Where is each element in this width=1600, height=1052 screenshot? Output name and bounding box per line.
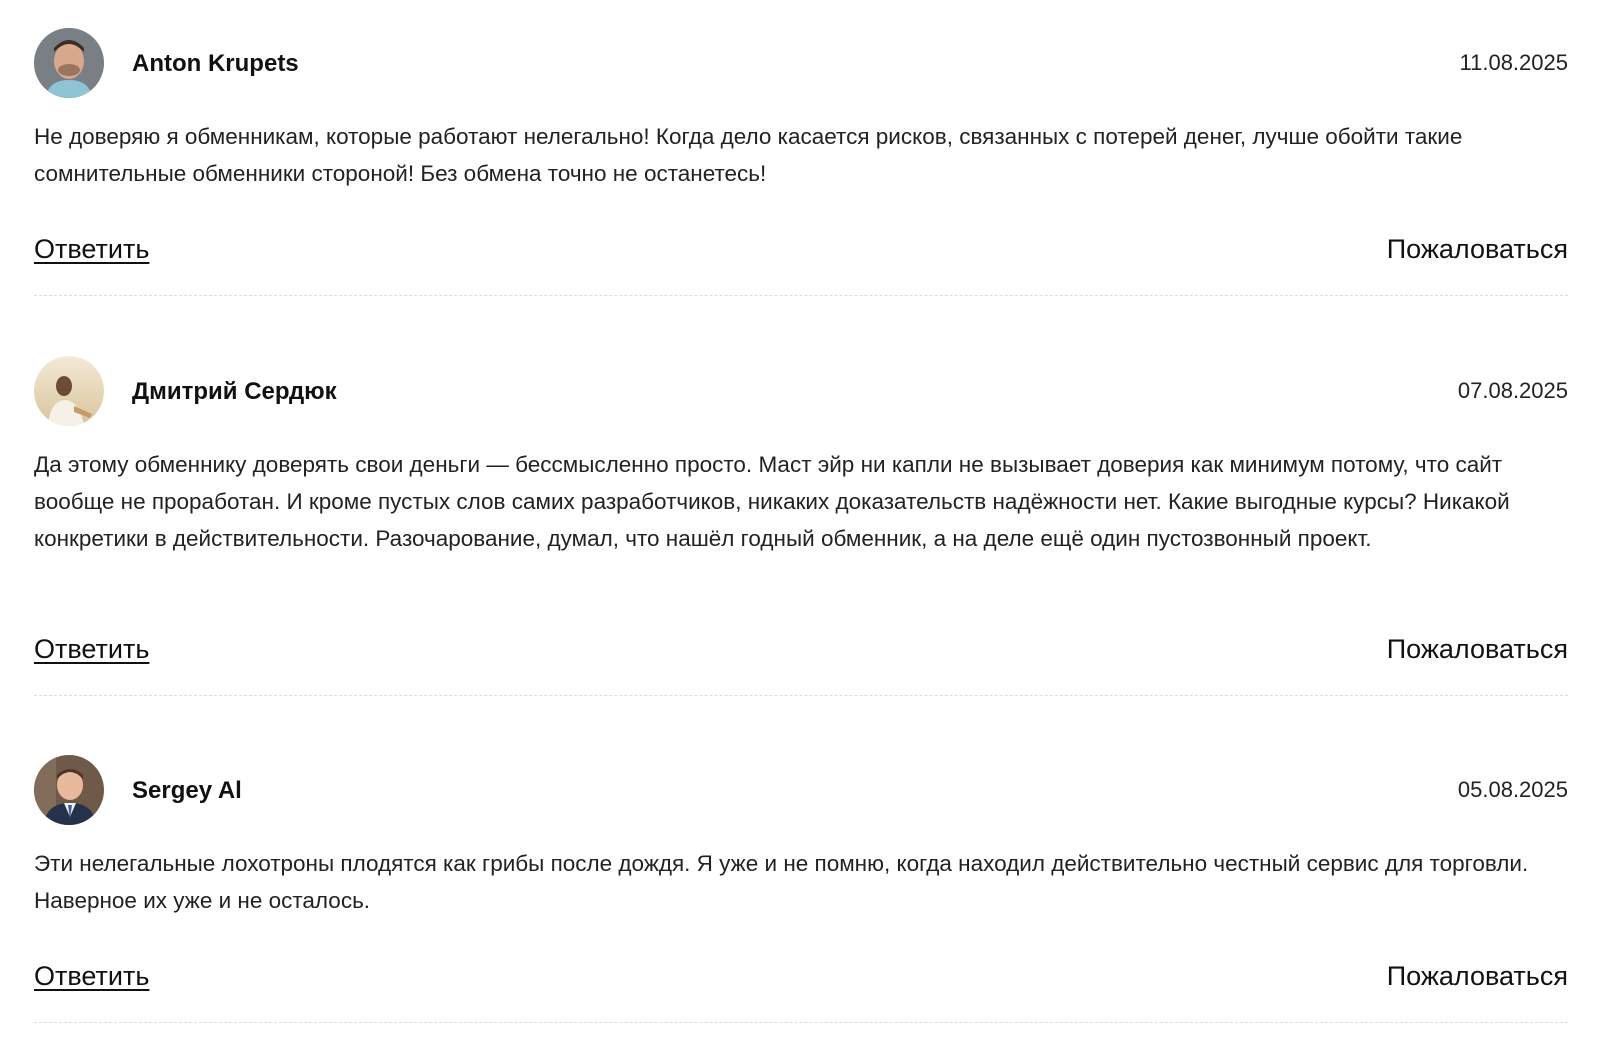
comment-text: Не доверяю я обменникам, которые работаю… — [34, 124, 1463, 186]
user-photo-avatar-icon — [34, 28, 104, 98]
comment-text: Эти нелегальные лохотроны плодятся как г… — [34, 851, 1529, 913]
avatar — [34, 28, 104, 98]
comment-header: Sergey Al 05.08.2025 — [34, 755, 1568, 825]
divider — [34, 695, 1568, 696]
divider — [34, 295, 1568, 296]
comment-header: Anton Krupets 11.08.2025 — [34, 28, 1568, 98]
comment-item: Sergey Al 05.08.2025 Эти нелегальные лох… — [34, 755, 1568, 1023]
comment-actions: Ответить Пожаловаться — [34, 234, 1568, 268]
comment-header: Дмитрий Сердюк 07.08.2025 — [34, 356, 1568, 426]
avatar — [34, 356, 104, 426]
comment-actions: Ответить Пожаловаться — [34, 634, 1568, 668]
report-link[interactable]: Пожаловаться — [1387, 961, 1568, 992]
comment-date: 07.08.2025 — [1457, 378, 1568, 403]
comment-item: Anton Krupets 11.08.2025 Не доверяю я об… — [34, 28, 1568, 296]
divider — [34, 1022, 1568, 1023]
reply-link[interactable]: Ответить — [34, 234, 149, 265]
user-photo-avatar-icon — [34, 356, 104, 426]
user-photo-avatar-icon — [34, 755, 104, 825]
avatar — [34, 755, 104, 825]
comments-list: Anton Krupets 11.08.2025 Не доверяю я об… — [0, 0, 1600, 1052]
comment-text: Да этому обменнику доверять свои деньги … — [34, 452, 1510, 551]
report-link[interactable]: Пожаловаться — [1387, 234, 1568, 265]
comment-actions: Ответить Пожаловаться — [34, 961, 1568, 995]
author-name: Anton Krupets — [132, 50, 299, 77]
comment-item: Дмитрий Сердюк 07.08.2025 Да этому обмен… — [34, 356, 1568, 696]
author-name: Дмитрий Сердюк — [132, 378, 337, 405]
reply-link[interactable]: Ответить — [34, 634, 149, 665]
comment-date: 11.08.2025 — [1459, 50, 1568, 75]
comment-date: 05.08.2025 — [1457, 777, 1568, 802]
report-link[interactable]: Пожаловаться — [1387, 634, 1568, 665]
reply-link[interactable]: Ответить — [34, 961, 149, 992]
author-name: Sergey Al — [132, 777, 242, 804]
